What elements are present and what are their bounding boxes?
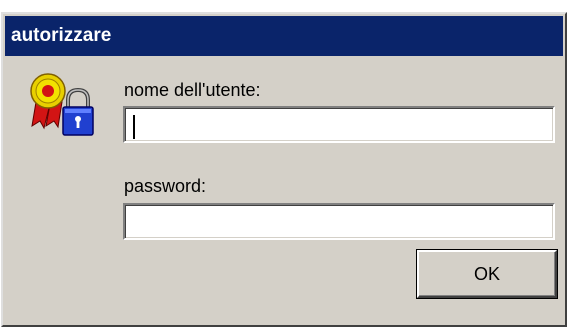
password-field[interactable] <box>123 203 555 240</box>
username-label: nome dell'utente: <box>124 80 261 100</box>
ok-button[interactable]: OK <box>417 250 557 298</box>
username-field[interactable] <box>123 106 555 143</box>
dialog-title: autorizzare <box>5 16 563 56</box>
text-caret <box>133 115 135 139</box>
ribbon-lock-icon <box>30 73 94 136</box>
password-label: password: <box>124 176 207 196</box>
